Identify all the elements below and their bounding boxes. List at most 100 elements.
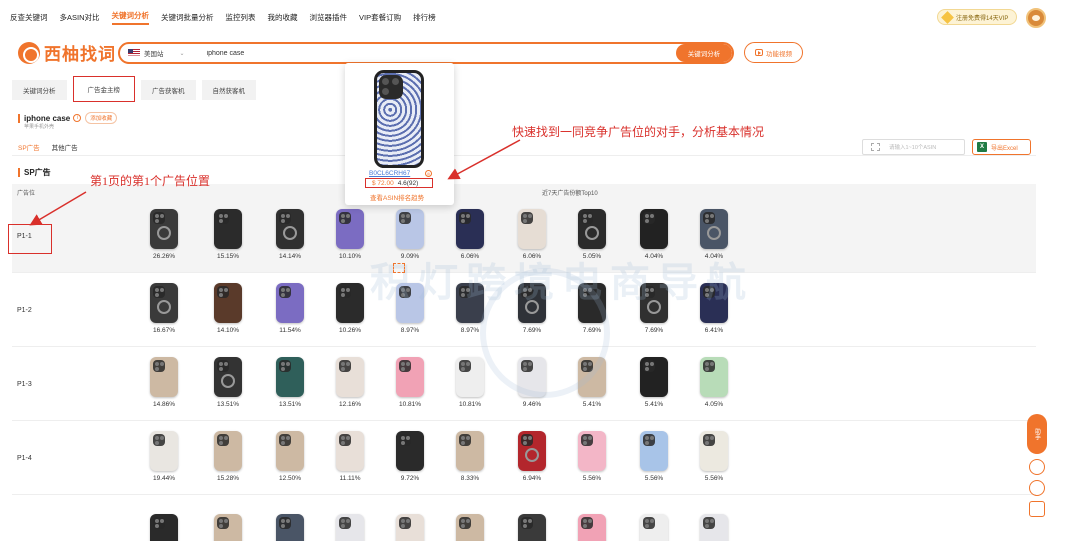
nav-item[interactable]: VIP套餐订购 bbox=[359, 12, 401, 23]
product-thumbnail[interactable] bbox=[336, 209, 364, 249]
ad-product-cell[interactable]: 6.94% bbox=[508, 431, 556, 482]
ad-product-cell[interactable] bbox=[690, 514, 738, 541]
ad-product-cell[interactable]: 12.50% bbox=[266, 431, 314, 482]
product-thumbnail[interactable] bbox=[456, 431, 484, 471]
market-select[interactable]: 美国站 bbox=[144, 48, 164, 58]
ad-product-cell[interactable] bbox=[630, 514, 678, 541]
keyword-analysis-button[interactable]: 关键词分析 bbox=[676, 44, 732, 62]
product-thumbnail[interactable] bbox=[640, 514, 668, 541]
nav-item[interactable]: 关键词分析 bbox=[111, 10, 150, 25]
ad-product-cell[interactable]: 4.04% bbox=[690, 209, 738, 260]
ad-product-cell[interactable]: 5.56% bbox=[568, 431, 616, 482]
product-thumbnail[interactable] bbox=[150, 431, 178, 471]
ad-product-cell[interactable]: 4.05% bbox=[690, 357, 738, 408]
ad-product-cell[interactable]: 5.56% bbox=[630, 431, 678, 482]
product-thumbnail[interactable] bbox=[640, 283, 668, 323]
product-thumbnail[interactable] bbox=[214, 431, 242, 471]
product-thumbnail[interactable] bbox=[700, 514, 728, 541]
product-thumbnail[interactable] bbox=[640, 431, 668, 471]
product-thumbnail[interactable] bbox=[700, 209, 728, 249]
ad-product-cell[interactable]: 10.10% bbox=[326, 209, 374, 260]
ad-product-cell[interactable]: 10.81% bbox=[446, 357, 494, 408]
product-thumbnail[interactable] bbox=[396, 209, 424, 249]
ad-product-cell[interactable]: 11.11% bbox=[326, 431, 374, 482]
product-thumbnail[interactable] bbox=[276, 283, 304, 323]
ad-product-cell[interactable]: 9.09% bbox=[386, 209, 434, 260]
ad-product-cell[interactable]: 8.97% bbox=[386, 283, 434, 334]
product-thumbnail[interactable] bbox=[214, 283, 242, 323]
product-thumbnail[interactable] bbox=[578, 357, 606, 397]
nav-item[interactable]: 关键词批量分析 bbox=[161, 12, 214, 23]
product-thumbnail[interactable] bbox=[578, 514, 606, 541]
product-thumbnail[interactable] bbox=[276, 514, 304, 541]
ad-product-cell[interactable]: 14.14% bbox=[266, 209, 314, 260]
brand-logo[interactable]: 西柚找词 bbox=[18, 40, 116, 65]
product-thumbnail[interactable] bbox=[578, 283, 606, 323]
product-thumbnail[interactable] bbox=[640, 357, 668, 397]
nav-item[interactable]: 反查关键词 bbox=[10, 12, 48, 23]
product-thumbnail[interactable] bbox=[214, 514, 242, 541]
product-thumbnail[interactable] bbox=[700, 431, 728, 471]
ad-product-cell[interactable]: 11.54% bbox=[266, 283, 314, 334]
tab-ad-acquisition[interactable]: 广告获客机 bbox=[141, 80, 196, 100]
ad-product-cell[interactable]: 10.26% bbox=[326, 283, 374, 334]
ad-product-cell[interactable]: 19.44% bbox=[140, 431, 188, 482]
ad-product-cell[interactable]: 14.10% bbox=[204, 283, 252, 334]
ad-product-cell[interactable]: 7.69% bbox=[568, 283, 616, 334]
ad-product-cell[interactable]: 13.51% bbox=[204, 357, 252, 408]
ad-product-cell[interactable] bbox=[326, 514, 374, 541]
rank-trend-link[interactable]: 查看ASIN排名趋势 bbox=[370, 192, 424, 202]
ad-product-cell[interactable]: 5.41% bbox=[568, 357, 616, 408]
ad-product-cell[interactable]: 10.81% bbox=[386, 357, 434, 408]
product-thumbnail[interactable] bbox=[150, 283, 178, 323]
ad-product-cell[interactable] bbox=[508, 514, 556, 541]
vip-badge[interactable]: 注册免费得14天VIP bbox=[937, 9, 1017, 25]
ad-product-cell[interactable]: 6.41% bbox=[690, 283, 738, 334]
product-thumbnail[interactable] bbox=[518, 357, 546, 397]
chat-icon[interactable] bbox=[1029, 480, 1045, 496]
ad-product-cell[interactable]: 14.86% bbox=[140, 357, 188, 408]
product-thumbnail[interactable] bbox=[456, 209, 484, 249]
nav-item[interactable]: 我的收藏 bbox=[268, 12, 298, 23]
nav-item[interactable]: 多ASIN对比 bbox=[60, 12, 100, 23]
tab-organic-acquisition[interactable]: 自然获客机 bbox=[201, 80, 256, 100]
product-thumbnail[interactable] bbox=[396, 514, 424, 541]
nav-item[interactable]: 监控列表 bbox=[226, 12, 256, 23]
ad-product-cell[interactable] bbox=[266, 514, 314, 541]
ad-product-cell[interactable]: 4.04% bbox=[630, 209, 678, 260]
product-thumbnail[interactable] bbox=[456, 357, 484, 397]
tab-keyword-analysis[interactable]: 关键词分析 bbox=[12, 80, 67, 100]
product-thumbnail[interactable] bbox=[518, 209, 546, 249]
info-icon[interactable]: i bbox=[73, 114, 82, 122]
edit-icon[interactable] bbox=[1029, 501, 1045, 517]
ad-product-cell[interactable]: 5.05% bbox=[568, 209, 616, 260]
product-thumbnail[interactable] bbox=[456, 283, 484, 323]
copy-icon[interactable]: ◎ bbox=[425, 170, 432, 177]
ad-product-cell[interactable]: 15.28% bbox=[204, 431, 252, 482]
ad-product-cell[interactable]: 7.69% bbox=[508, 283, 556, 334]
ad-product-cell[interactable]: 9.72% bbox=[386, 431, 434, 482]
search-input[interactable] bbox=[206, 49, 667, 57]
product-thumbnail[interactable] bbox=[214, 209, 242, 249]
product-thumbnail[interactable] bbox=[518, 431, 546, 471]
tab-other-ads[interactable]: 其他广告 bbox=[52, 142, 78, 156]
ad-product-cell[interactable]: 26.26% bbox=[140, 209, 188, 260]
product-thumbnail[interactable] bbox=[336, 283, 364, 323]
ad-product-cell[interactable]: 15.15% bbox=[204, 209, 252, 260]
product-thumbnail[interactable] bbox=[700, 357, 728, 397]
product-thumbnail[interactable] bbox=[396, 283, 424, 323]
product-thumbnail[interactable] bbox=[336, 514, 364, 541]
ad-product-cell[interactable]: 5.41% bbox=[630, 357, 678, 408]
product-thumbnail[interactable] bbox=[214, 357, 242, 397]
ad-product-cell[interactable] bbox=[386, 514, 434, 541]
assistant-button[interactable]: 助手 bbox=[1027, 414, 1047, 454]
tab-sp-ads[interactable]: SP广告 bbox=[18, 142, 40, 156]
feature-video-button[interactable]: 功能视频 bbox=[744, 42, 803, 63]
ad-product-cell[interactable] bbox=[568, 514, 616, 541]
ad-product-cell[interactable] bbox=[140, 514, 188, 541]
product-thumbnail[interactable] bbox=[150, 357, 178, 397]
tab-ad-sponsor-rank[interactable]: 广告金主榜 bbox=[72, 76, 135, 102]
product-thumbnail[interactable] bbox=[456, 514, 484, 541]
product-thumbnail[interactable] bbox=[336, 431, 364, 471]
popup-asin-link[interactable]: B0CL6CRH67 bbox=[369, 170, 410, 177]
